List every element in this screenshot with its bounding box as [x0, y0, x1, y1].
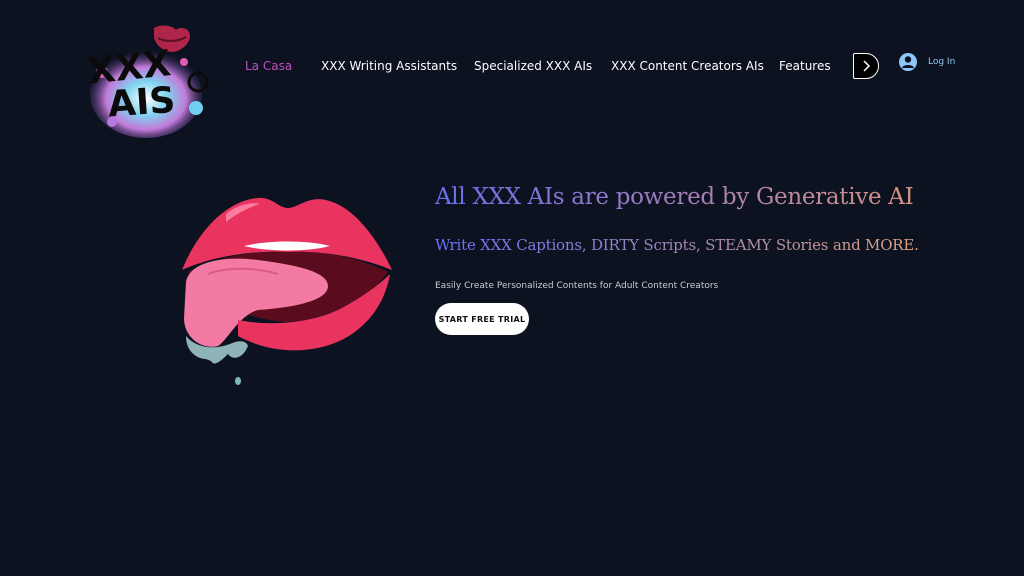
nav-item-features[interactable]: Features — [779, 56, 831, 76]
lips-illustration — [178, 190, 396, 390]
nav-item-specialized-ais[interactable]: Specialized XXX AIs — [474, 56, 592, 76]
nav-item-writing-assistants[interactable]: XXX Writing Assistants — [321, 56, 457, 76]
login-label: Log In — [928, 57, 956, 67]
hero-subtitle: Write XXX Captions, DIRTY Scripts, STEAM… — [435, 236, 919, 254]
login-button[interactable]: Log In — [898, 52, 955, 72]
nav-item-la-casa[interactable]: La Casa — [245, 56, 292, 76]
hero-title: All XXX AIs are powered by Generative AI — [435, 184, 914, 210]
lips-tongue-image — [182, 197, 392, 385]
nav-more-button[interactable] — [853, 53, 879, 79]
start-free-trial-button[interactable]: START FREE TRIAL — [435, 303, 529, 335]
nav-item-content-creators[interactable]: XXX Content Creators AIs — [611, 56, 764, 76]
user-avatar-icon — [899, 53, 917, 71]
hero-description: Easily Create Personalized Contents for … — [435, 281, 719, 291]
chevron-right-icon — [863, 60, 871, 72]
logo-text-ais: AIS — [107, 80, 177, 126]
site-logo[interactable]: XXX AIS — [84, 22, 214, 142]
logo-graphic: XXX AIS — [86, 25, 209, 138]
